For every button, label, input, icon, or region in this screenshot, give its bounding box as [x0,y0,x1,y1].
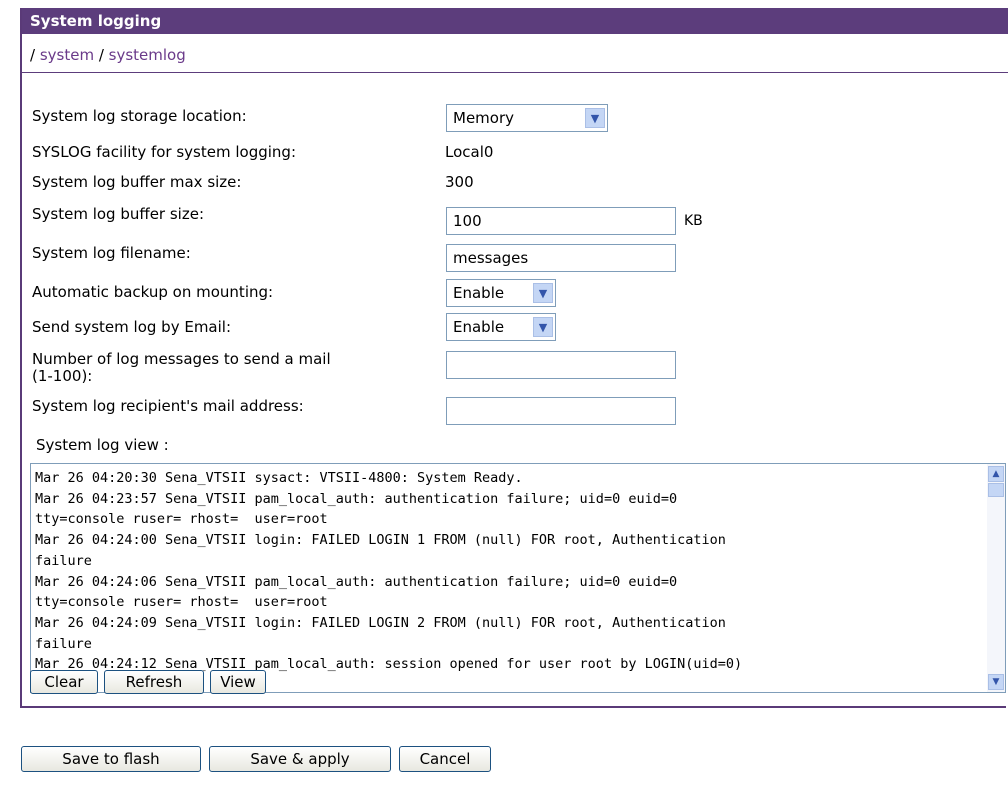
storage-location-select[interactable]: Memory ▼ [446,104,608,132]
breadcrumb-separator: / [94,46,109,64]
storage-location-value: Memory [453,109,515,127]
scroll-thumb[interactable] [988,483,1004,497]
buffer-max-size-value: 300 [445,173,474,191]
auto-backup-label: Automatic backup on mounting: [32,283,274,301]
buffer-size-unit: KB [684,213,703,229]
recipient-input[interactable] [446,397,676,425]
breadcrumb-separator: / [30,46,40,64]
chevron-down-icon[interactable]: ▼ [533,317,553,337]
filename-label: System log filename: [32,244,191,262]
log-view-label: System log view : [36,436,169,454]
num-messages-label-line2: (1-100): [32,367,93,385]
arrow-up-icon[interactable]: ▲ [988,466,1004,482]
breadcrumb: / system / systemlog [30,46,186,64]
clear-button[interactable]: Clear [30,670,98,694]
log-view-textarea[interactable]: Mar 26 04:20:30 Sena_VTSII sysact: VTSII… [30,463,1006,693]
view-button[interactable]: View [210,670,266,694]
syslog-facility-value: Local0 [445,143,494,161]
buffer-size-input[interactable] [446,207,676,235]
log-view-content: Mar 26 04:20:30 Sena_VTSII sysact: VTSII… [35,470,743,673]
syslog-facility-label: SYSLOG facility for system logging: [32,143,297,161]
panel-title: System logging [22,8,1008,34]
system-logging-panel: System logging / system / systemlog Syst… [20,8,1008,708]
storage-location-label: System log storage location: [32,107,247,125]
buffer-max-size-label: System log buffer max size: [32,173,242,191]
header-divider [22,72,1008,73]
send-email-value: Enable [453,318,505,336]
send-email-select[interactable]: Enable ▼ [446,313,556,341]
recipient-label: System log recipient's mail address: [32,397,304,415]
save-and-apply-button[interactable]: Save & apply [209,746,391,772]
chevron-down-icon[interactable]: ▼ [585,108,605,128]
refresh-button[interactable]: Refresh [104,670,204,694]
buffer-size-label: System log buffer size: [32,205,205,223]
save-to-flash-button[interactable]: Save to flash [21,746,201,772]
arrow-down-icon[interactable]: ▼ [988,674,1004,690]
log-scrollbar[interactable]: ▲ ▼ [987,464,1005,692]
breadcrumb-systemlog-link[interactable]: systemlog [109,46,186,64]
cancel-button[interactable]: Cancel [399,746,491,772]
filename-input[interactable] [446,244,676,272]
chevron-down-icon[interactable]: ▼ [533,283,553,303]
num-messages-input[interactable] [446,351,676,379]
num-messages-label: Number of log messages to send a mail (1… [32,351,331,385]
auto-backup-value: Enable [453,284,505,302]
breadcrumb-system-link[interactable]: system [40,46,94,64]
auto-backup-select[interactable]: Enable ▼ [446,279,556,307]
send-email-label: Send system log by Email: [32,318,232,336]
num-messages-label-line1: Number of log messages to send a mail [32,350,331,368]
